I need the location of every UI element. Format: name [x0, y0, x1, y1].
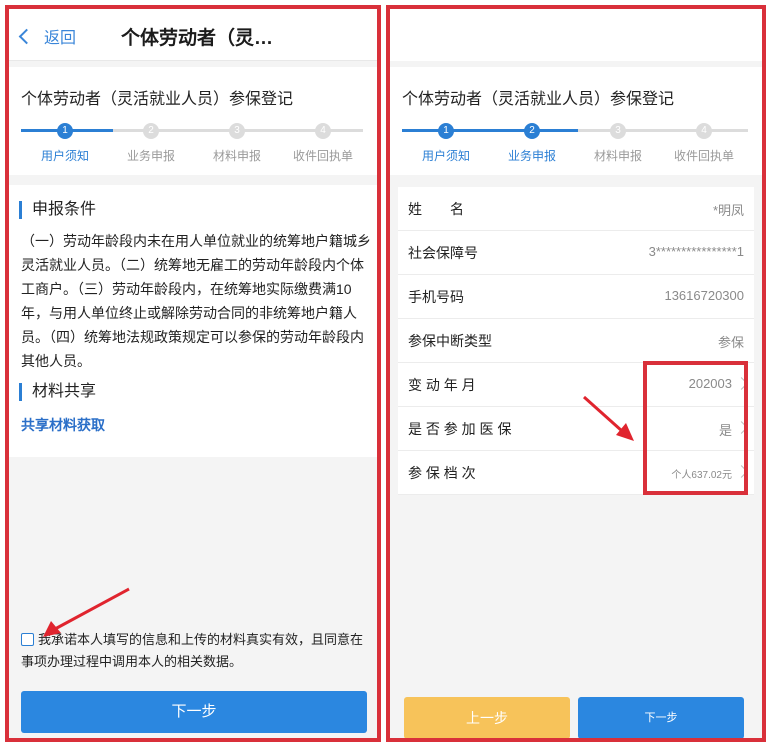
step-label-2: 业务申报 — [507, 149, 556, 163]
phone-value: 13616720300 — [664, 288, 744, 303]
back-chevron-icon — [18, 28, 35, 44]
step-label-1: 用户须知 — [421, 149, 470, 163]
step-dot-2: 2 — [524, 123, 540, 139]
step-dot-3: 3 — [229, 123, 245, 139]
ssn-value: 3****************1 — [648, 244, 744, 259]
page-title: 个体劳动者（灵… — [121, 28, 274, 49]
form-row-phone: 手机号码 13616720300 — [398, 275, 754, 319]
conditions-card: 申报条件 （一）劳动年龄段内未在用人单位就业的统筹地户籍城乡灵活就业人员。（二）… — [9, 185, 377, 457]
interrupt-type-value: 参保 — [717, 335, 744, 350]
interrupt-type-label: 参保中断类型 — [408, 333, 492, 349]
registration-title: 个体劳动者（灵活就业人员）参保登记 — [21, 91, 294, 108]
share-materials-link[interactable]: 共享材料获取 — [21, 415, 105, 435]
step-line-rest — [578, 129, 748, 132]
step-label-2: 业务申报 — [126, 149, 175, 163]
name-label: 姓 名 — [408, 201, 464, 217]
step-label-3: 材料申报 — [593, 149, 642, 163]
share-heading: 材料共享 — [19, 383, 96, 401]
next-button[interactable]: 下一步 — [578, 697, 744, 738]
step-label-4: 收件回执单 — [673, 149, 734, 163]
back-button[interactable]: 返回 — [18, 24, 77, 48]
form-row-ssn: 社会保障号 3****************1 — [398, 231, 754, 275]
top-bar: 返回 个体劳动者（灵… — [9, 9, 377, 61]
step-label-4: 收件回执单 — [292, 149, 353, 163]
back-label: 返回 — [44, 30, 77, 47]
step-dot-1: 1 — [438, 123, 454, 139]
tier-label: 参 保 档 次 — [408, 465, 476, 481]
step-dot-3: 3 — [610, 123, 626, 139]
step-dot-4: 4 — [696, 123, 712, 139]
top-bar — [390, 9, 762, 61]
step-dot-4: 4 — [315, 123, 331, 139]
ssn-label: 社会保障号 — [408, 245, 478, 261]
step-label-1: 用户须知 — [40, 149, 89, 163]
registration-header: 个体劳动者（灵活就业人员）参保登记 1 2 3 4 用户须知 业务申报 材料申报… — [9, 67, 377, 175]
conditions-heading: 申报条件 — [19, 201, 96, 219]
form-row-name: 姓 名 *明凤 — [398, 187, 754, 231]
highlight-box — [643, 361, 748, 495]
medical-label: 是 否 参 加 医 保 — [408, 421, 512, 437]
form-row-interrupt-type: 参保中断类型 参保 — [398, 319, 754, 363]
registration-header: 个体劳动者（灵活就业人员）参保登记 1 2 3 4 用户须知 业务申报 材料申报… — [390, 67, 762, 175]
step-dot-2: 2 — [143, 123, 159, 139]
step-dot-1: 1 — [57, 123, 73, 139]
conditions-text: （一）劳动年龄段内未在用人单位就业的统筹地户籍城乡灵活就业人员。（二）统筹地无雇… — [21, 233, 371, 369]
name-value: *明凤 — [712, 203, 744, 218]
phone-label: 手机号码 — [408, 289, 464, 305]
left-screen: 返回 个体劳动者（灵… 个体劳动者（灵活就业人员）参保登记 1 2 3 4 用户… — [5, 5, 381, 742]
prev-button[interactable]: 上一步 — [404, 697, 570, 738]
right-screen: 个体劳动者（灵活就业人员）参保登记 1 2 3 4 用户须知 业务申报 材料申报… — [386, 5, 766, 742]
next-button[interactable]: 下一步 — [21, 691, 367, 733]
step-label-3: 材料申报 — [212, 149, 261, 163]
change-month-label: 变 动 年 月 — [408, 377, 476, 393]
annotation-arrow-icon — [582, 395, 634, 441]
annotation-arrow-icon — [43, 587, 130, 637]
step-line-done — [402, 129, 578, 132]
registration-title: 个体劳动者（灵活就业人员）参保登记 — [402, 91, 675, 108]
